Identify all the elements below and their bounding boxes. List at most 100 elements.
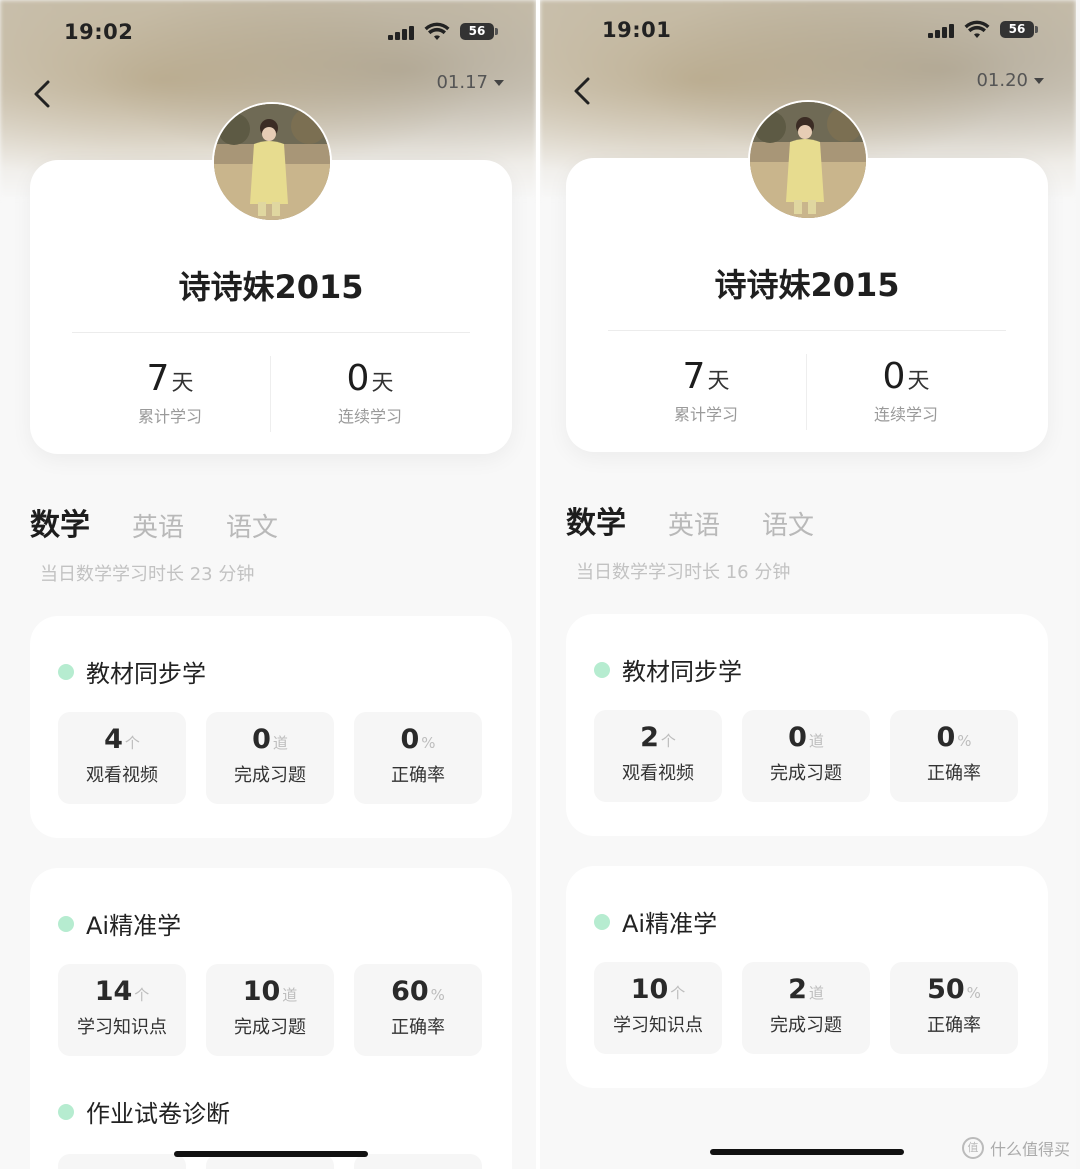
stat-total-value: 7 bbox=[682, 356, 706, 397]
metric-knowledge-points[interactable]: 14 个 学习知识点 bbox=[58, 964, 186, 1056]
metric-value: 0 bbox=[936, 722, 956, 753]
wifi-icon bbox=[424, 22, 450, 40]
stat-total-label: 累计学习 bbox=[673, 405, 738, 424]
bullet-dot-icon bbox=[58, 1103, 74, 1120]
metric-label: 观看视频 bbox=[622, 763, 694, 784]
bullet-dot-icon bbox=[594, 661, 610, 678]
metric-videos[interactable]: 2个 观看视频 bbox=[594, 710, 722, 802]
metric-label: 完成习题 bbox=[234, 1017, 306, 1038]
subject-tabs: 数学 英语 语文 bbox=[30, 500, 278, 544]
back-arrow-icon[interactable] bbox=[568, 73, 598, 109]
metric-unit: 道 bbox=[808, 984, 824, 1002]
metric-label: 完成习题 bbox=[770, 763, 842, 784]
tab-english[interactable]: 英语 bbox=[132, 507, 184, 544]
date-value: 01.20 bbox=[976, 70, 1028, 91]
metric-accuracy[interactable]: 0% 正确率 bbox=[890, 710, 1018, 802]
daily-study-time: 当日数学学习时长 16 分钟 bbox=[576, 562, 791, 583]
metric-accuracy[interactable]: 60% 正确率 bbox=[354, 964, 482, 1056]
stat-streak-unit: 天 bbox=[907, 369, 930, 394]
metric-label: 正确率 bbox=[391, 765, 445, 786]
tab-math[interactable]: 数学 bbox=[30, 500, 92, 544]
metric-value: 10 bbox=[242, 976, 281, 1007]
stat-streak-days: 0天 连续学习 bbox=[270, 358, 470, 427]
metric-exercises[interactable]: 10 道 完成习题 bbox=[206, 964, 334, 1056]
metric-unit: 个 bbox=[134, 986, 150, 1004]
back-arrow-icon[interactable] bbox=[28, 76, 58, 112]
metric-unit: 道 bbox=[282, 986, 298, 1004]
metric-label: 完成习题 bbox=[770, 1015, 842, 1036]
stat-total-unit: 天 bbox=[171, 371, 194, 396]
metric-label: 正确率 bbox=[927, 763, 981, 784]
stat-total-value: 7 bbox=[146, 358, 170, 399]
metric-accuracy[interactable]: 50% 正确率 bbox=[890, 962, 1018, 1054]
panel-title-text: 教材同步学 bbox=[622, 658, 742, 686]
stat-total-label: 累计学习 bbox=[137, 407, 202, 426]
metric-accuracy[interactable]: 0% 正确率 bbox=[354, 712, 482, 804]
metric-label: 学习知识点 bbox=[77, 1017, 167, 1038]
metric-unit: % bbox=[421, 734, 436, 752]
avatar[interactable] bbox=[748, 100, 868, 220]
username: 诗诗妹2015 bbox=[178, 268, 364, 306]
metric-value: 2 bbox=[788, 974, 807, 1005]
bullet-dot-icon bbox=[58, 915, 74, 932]
avatar-photo bbox=[214, 104, 330, 220]
metric-value: 0 bbox=[252, 724, 271, 755]
status-time: 19:01 bbox=[602, 18, 672, 42]
metric-label: 正确率 bbox=[927, 1015, 981, 1036]
phone-screen-right: 19:01 56 01.20 诗诗妹2015 7天 累计学习 0天 连续学习 数… bbox=[540, 0, 1076, 1169]
metric-exercises[interactable]: 0道 完成习题 bbox=[742, 710, 870, 802]
panel-title: Ai精准学 bbox=[594, 904, 717, 939]
date-value: 01.17 bbox=[436, 72, 488, 93]
panel-title-text: Ai精准学 bbox=[622, 910, 718, 938]
ai-learning-panel: Ai精准学 10 个 学习知识点 2道 完成习题 50% 正确率 bbox=[566, 866, 1048, 1088]
stat-total-unit: 天 bbox=[707, 369, 730, 394]
metric-label: 正确率 bbox=[391, 1017, 445, 1038]
battery-icon: 56 bbox=[460, 23, 498, 40]
divider bbox=[608, 330, 1006, 331]
metric-label: 学习知识点 bbox=[613, 1015, 703, 1036]
metric-exercises[interactable]: 0道 完成习题 bbox=[206, 712, 334, 804]
home-indicator[interactable] bbox=[710, 1149, 904, 1155]
metric-value: 10 bbox=[630, 974, 669, 1005]
panel-title: 教材同步学 bbox=[594, 652, 742, 687]
status-bar: 19:02 56 bbox=[0, 0, 536, 64]
metric-placeholder bbox=[354, 1154, 482, 1169]
stat-total-days: 7天 累计学习 bbox=[70, 358, 270, 427]
date-selector[interactable]: 01.20 bbox=[976, 70, 1044, 91]
signal-icon bbox=[928, 24, 956, 38]
home-indicator[interactable] bbox=[174, 1151, 368, 1157]
metric-unit: % bbox=[957, 732, 972, 750]
stat-streak-days: 0天 连续学习 bbox=[806, 356, 1006, 425]
metric-value: 60 bbox=[391, 976, 429, 1007]
stat-streak-label: 连续学习 bbox=[337, 407, 402, 426]
daily-study-time: 当日数学学习时长 23 分钟 bbox=[40, 564, 255, 585]
wifi-icon bbox=[964, 20, 990, 38]
username: 诗诗妹2015 bbox=[714, 266, 900, 304]
divider bbox=[72, 332, 470, 333]
tab-chinese[interactable]: 语文 bbox=[762, 505, 814, 542]
panel-title: 教材同步学 bbox=[58, 654, 206, 689]
metric-value: 0 bbox=[400, 724, 420, 755]
metric-videos[interactable]: 4个 观看视频 bbox=[58, 712, 186, 804]
tab-english[interactable]: 英语 bbox=[668, 505, 720, 542]
signal-icon bbox=[388, 26, 416, 40]
watermark: 值 什么值得买 bbox=[961, 1136, 1070, 1160]
stat-streak-unit: 天 bbox=[371, 371, 394, 396]
metric-unit: 个 bbox=[660, 732, 676, 750]
tab-chinese[interactable]: 语文 bbox=[226, 507, 278, 544]
panel-title-text: 教材同步学 bbox=[86, 660, 206, 688]
metric-knowledge-points[interactable]: 10 个 学习知识点 bbox=[594, 962, 722, 1054]
metric-label: 观看视频 bbox=[86, 765, 158, 786]
avatar[interactable] bbox=[212, 102, 332, 222]
date-selector[interactable]: 01.17 bbox=[436, 72, 504, 93]
battery-icon: 56 bbox=[1000, 21, 1038, 38]
caret-down-icon bbox=[494, 79, 504, 86]
panel-title: Ai精准学 bbox=[58, 906, 181, 941]
metric-exercises[interactable]: 2道 完成习题 bbox=[742, 962, 870, 1054]
status-time: 19:02 bbox=[64, 20, 134, 44]
metric-value: 4 bbox=[104, 724, 123, 755]
textbook-sync-panel: 教材同步学 4个 观看视频 0道 完成习题 0% 正确率 bbox=[30, 616, 512, 838]
metric-value: 2 bbox=[640, 722, 659, 753]
metric-unit: % bbox=[966, 984, 981, 1002]
tab-math[interactable]: 数学 bbox=[566, 498, 628, 542]
